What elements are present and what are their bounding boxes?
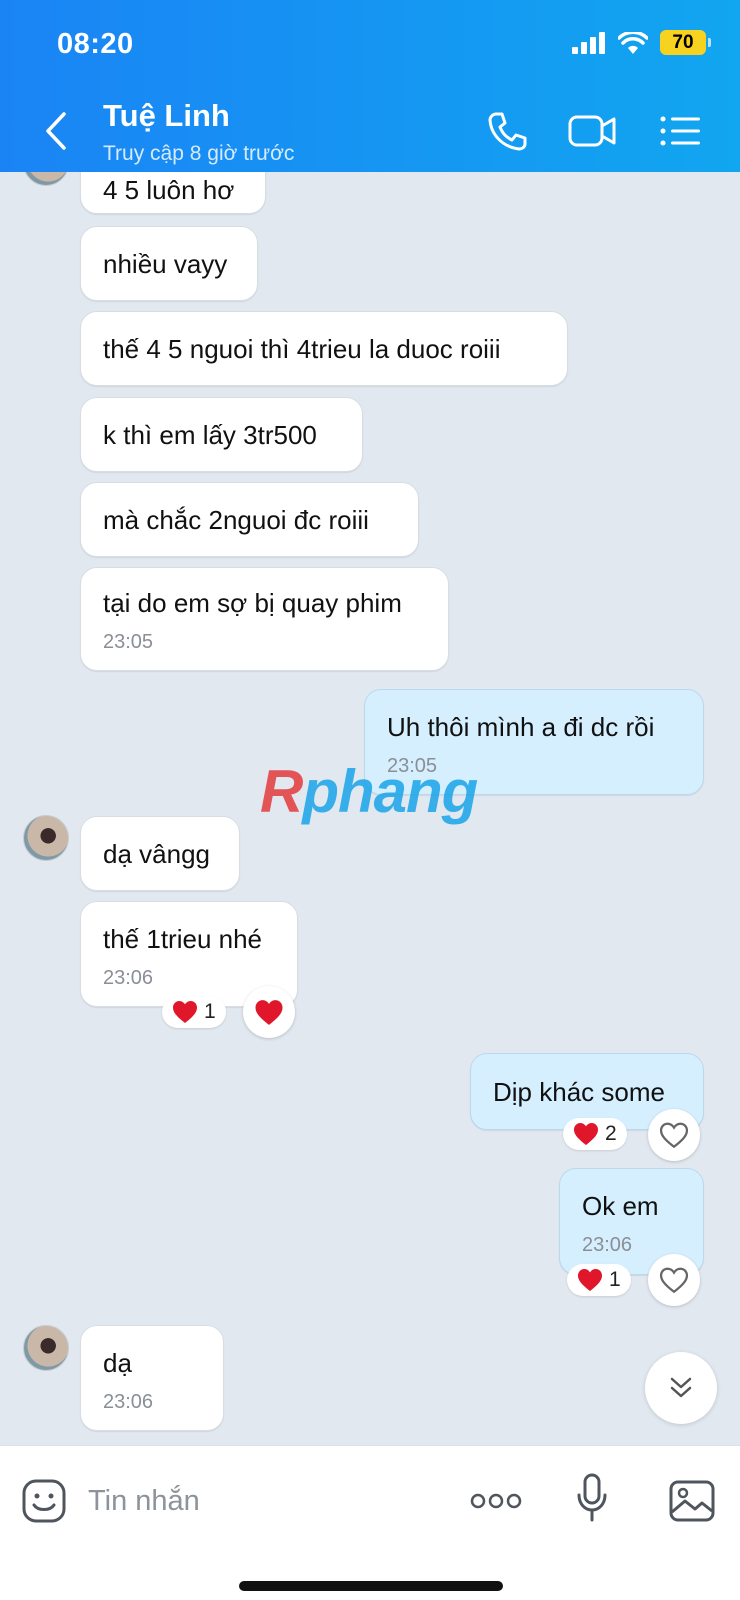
more-options-button[interactable] [468, 1486, 524, 1516]
react-button[interactable] [648, 1254, 700, 1306]
message-input[interactable] [88, 1476, 438, 1526]
heart-outline-icon [659, 1267, 689, 1293]
heart-icon [173, 1001, 197, 1023]
message-bubble-incoming[interactable]: dạ vângg [80, 816, 240, 891]
reaction-count: 1 [204, 1000, 216, 1023]
voice-message-button[interactable] [574, 1472, 610, 1524]
more-dots-icon [470, 1493, 522, 1509]
image-gallery-icon [669, 1480, 715, 1522]
message-bubble-incoming[interactable]: 4 5 luôn hơ [80, 172, 266, 214]
reaction-summary[interactable]: 1 [162, 996, 226, 1028]
gallery-button[interactable] [668, 1478, 716, 1524]
chat-options-button[interactable] [655, 108, 705, 154]
video-call-button[interactable] [568, 108, 618, 154]
heart-icon [574, 1123, 598, 1145]
status-icons: 70 [572, 30, 711, 55]
react-button[interactable] [648, 1109, 700, 1161]
message-bubble-incoming[interactable]: k thì em lấy 3tr500 [80, 397, 363, 472]
watermark-logo: Rphang [260, 758, 478, 825]
sticker-button[interactable] [21, 1478, 67, 1524]
microphone-icon [577, 1473, 607, 1522]
message-time: 23:06 [103, 1391, 154, 1413]
status-time: 08:20 [57, 28, 134, 60]
heart-icon [255, 999, 283, 1025]
contact-name[interactable]: Tuệ Linh [103, 98, 230, 134]
phone-icon [488, 112, 527, 151]
heart-outline-icon [659, 1122, 689, 1148]
message-list[interactable]: 4 5 luôn hơ nhiều vayy thế 4 5 nguoi thì… [0, 172, 740, 1445]
message-time: 23:06 [103, 967, 154, 989]
reaction-count: 2 [605, 1122, 617, 1145]
message-bubble-incoming[interactable]: tại do em sợ bị quay phim 23:05 [80, 567, 449, 671]
message-time: 23:05 [103, 631, 154, 653]
back-icon [46, 112, 66, 150]
message-bubble-incoming[interactable]: nhiều vayy [80, 226, 258, 301]
reaction-count: 1 [609, 1268, 621, 1291]
double-chevron-down-icon [670, 1377, 692, 1398]
wifi-icon [618, 31, 648, 54]
message-input-bar [0, 1445, 740, 1600]
signal-icon [572, 31, 605, 54]
reaction-summary[interactable]: 1 [567, 1264, 631, 1296]
avatar[interactable] [23, 1325, 69, 1371]
emoji-sticker-icon [22, 1479, 66, 1523]
menu-list-icon [660, 116, 700, 146]
chat-header: 08:20 70 Tuệ Linh Truy cập 8 giờ trước [0, 0, 740, 172]
reaction-summary[interactable]: 2 [563, 1118, 627, 1150]
message-bubble-incoming[interactable]: mà chắc 2nguoi đc roiii [80, 482, 419, 557]
battery-indicator: 70 [660, 30, 711, 55]
scroll-to-bottom-button[interactable] [645, 1352, 717, 1424]
home-indicator [239, 1581, 503, 1591]
voice-call-button[interactable] [482, 108, 532, 154]
message-time: 23:06 [582, 1234, 633, 1256]
react-button[interactable] [243, 986, 295, 1038]
contact-status: Truy cập 8 giờ trước [103, 142, 295, 165]
video-call-icon [568, 115, 616, 147]
message-bubble-incoming[interactable]: thế 4 5 nguoi thì 4trieu la duoc roiii [80, 311, 568, 386]
avatar[interactable] [23, 815, 69, 861]
message-bubble-incoming[interactable]: dạ 23:06 [80, 1325, 224, 1431]
avatar[interactable] [23, 172, 69, 186]
heart-icon [578, 1269, 602, 1291]
back-button[interactable] [38, 108, 74, 154]
